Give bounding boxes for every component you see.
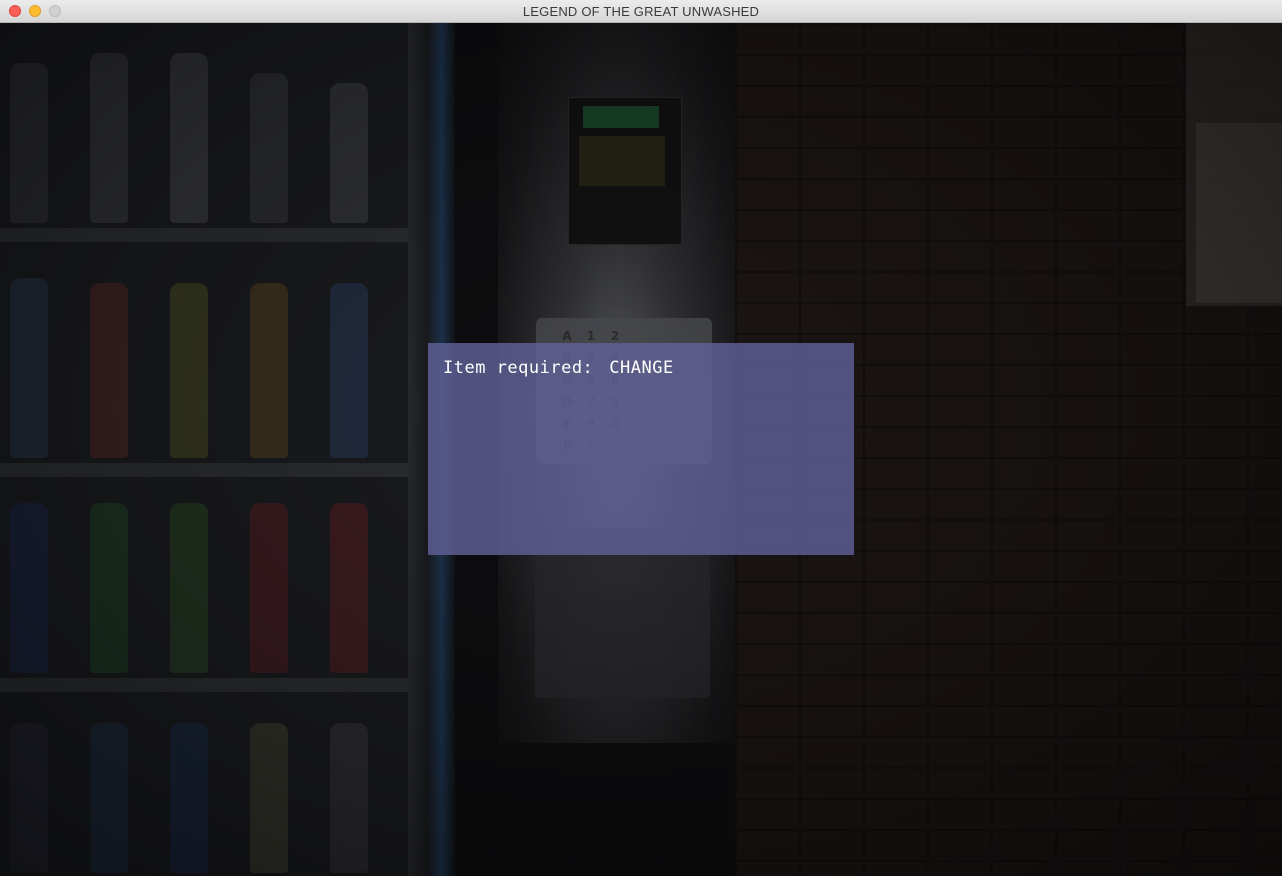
game-window: LEGEND OF THE GREAT UNWASHED Item requir… — [0, 0, 1282, 876]
window-title: LEGEND OF THE GREAT UNWASHED — [522, 4, 760, 19]
dialog-message: Item required: CHANGE — [443, 358, 674, 378]
required-item-name: CHANGE — [609, 358, 674, 378]
title-bar[interactable]: LEGEND OF THE GREAT UNWASHED — [0, 0, 1282, 23]
item-required-dialog[interactable]: Item required: CHANGE — [428, 343, 854, 555]
item-required-label: Item required: — [443, 358, 594, 378]
